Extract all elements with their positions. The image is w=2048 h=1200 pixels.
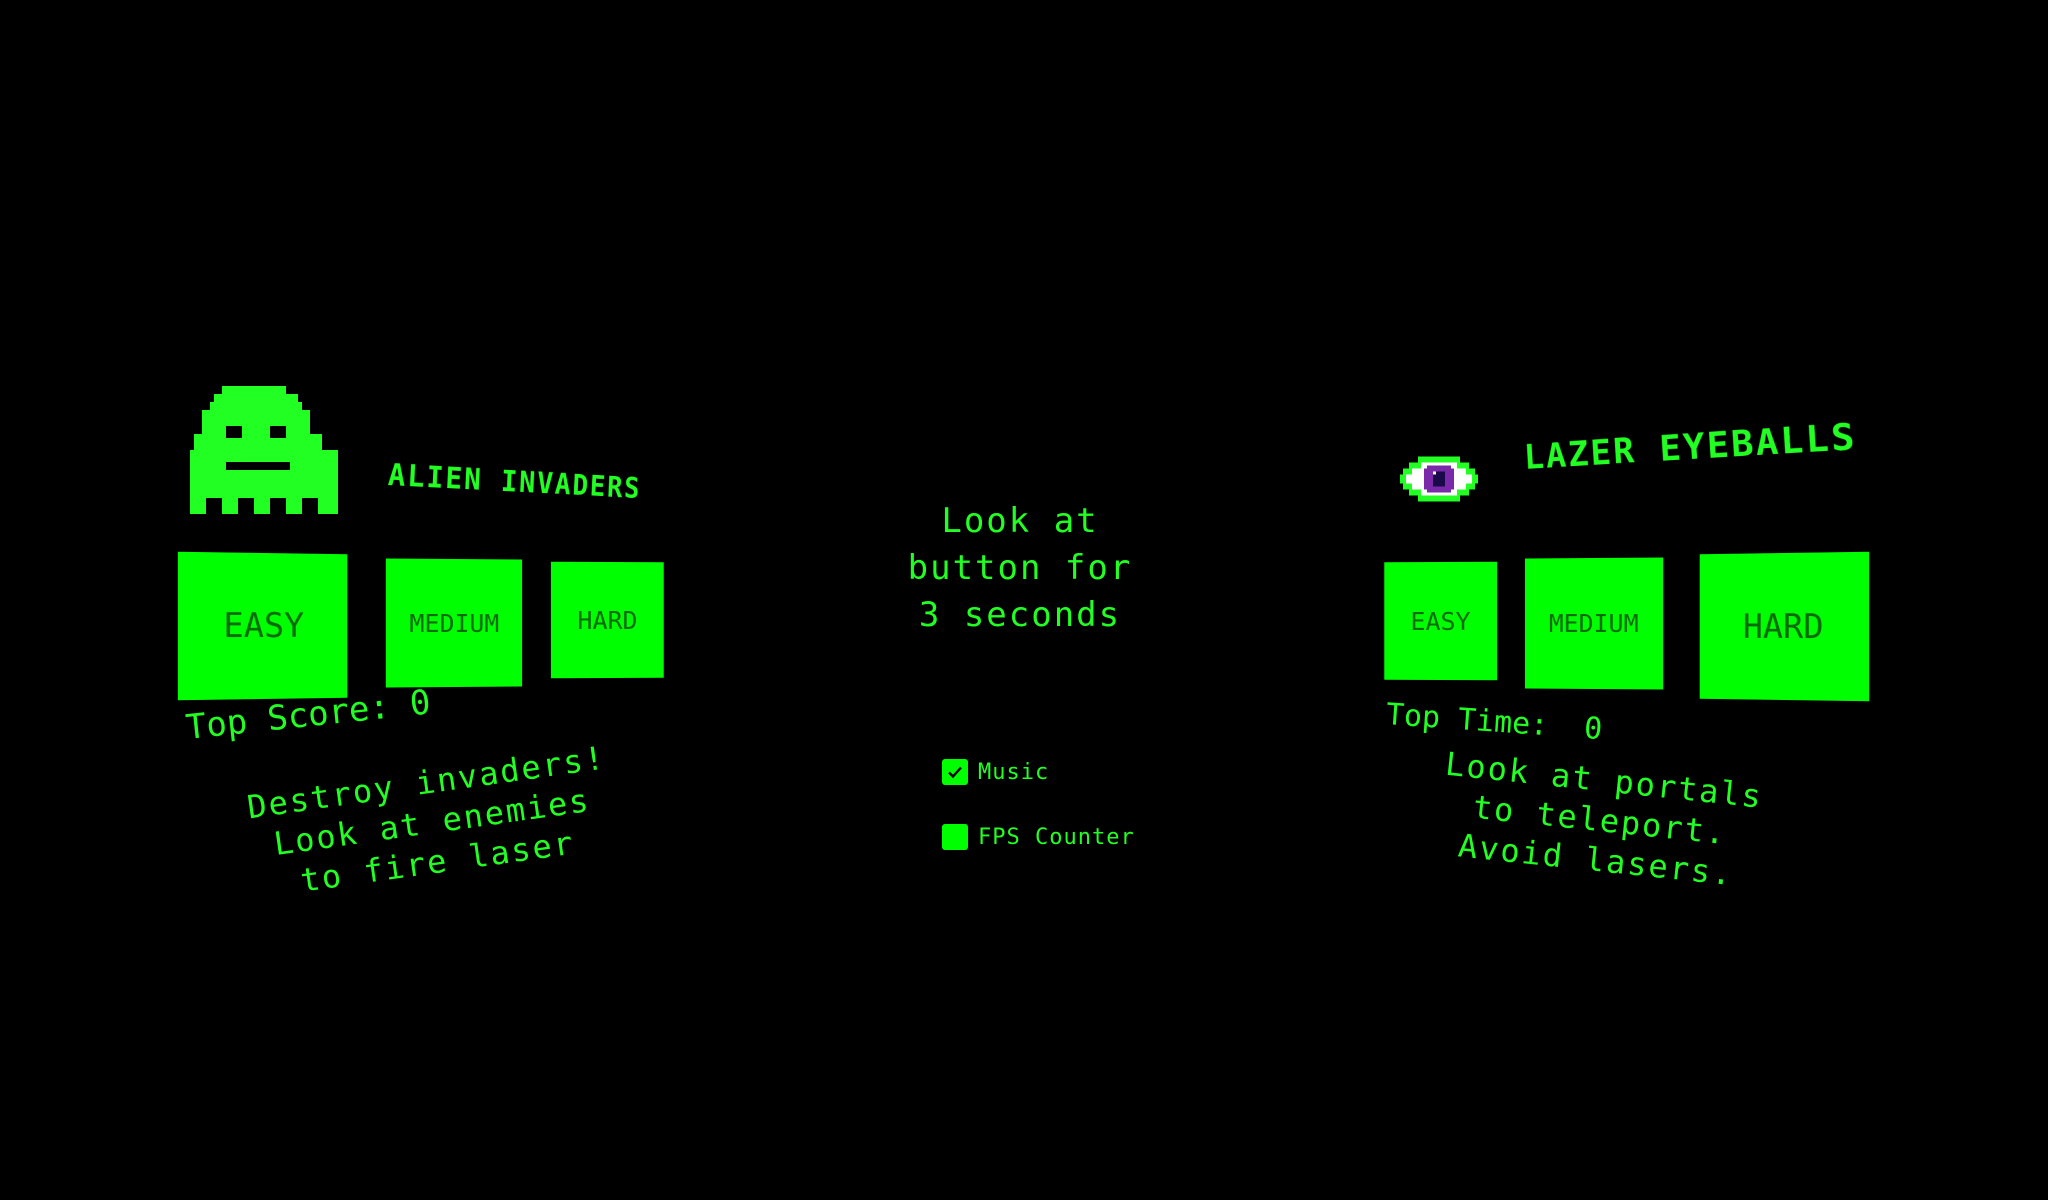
alien-invader-icon (190, 386, 338, 514)
lazer-eyeballs-title: LAZER EYEBALLS (1522, 415, 1859, 478)
instruction-line-2: button for (907, 548, 1133, 588)
alien-medium-button[interactable]: MEDIUM (385, 558, 523, 688)
lazer-medium-button[interactable]: MEDIUM (1524, 557, 1664, 690)
lazer-description: Look at portals to teleport. Avoid laser… (1415, 742, 1786, 899)
music-toggle[interactable]: Music (942, 759, 1049, 785)
fps-counter-label: FPS Counter (978, 824, 1135, 850)
top-time-value: 0 (1582, 710, 1604, 748)
gaze-instruction: Look at button for 3 seconds (880, 498, 1160, 639)
alien-description: Destroy invaders! Look at enemies to fir… (226, 735, 639, 910)
lazer-top-time: Top Time: 0 (1385, 697, 1604, 747)
alien-hard-button[interactable]: HARD (550, 561, 664, 679)
alien-easy-button[interactable]: EASY (177, 551, 348, 701)
lazer-hard-button[interactable]: HARD (1699, 551, 1870, 702)
fps-counter-checkbox[interactable] (942, 824, 968, 850)
top-score-value: 0 (407, 682, 433, 725)
top-time-label: Top Time: (1384, 697, 1550, 744)
music-checkbox[interactable] (942, 759, 968, 785)
lazer-easy-button[interactable]: EASY (1384, 561, 1498, 681)
eyeball-icon (1400, 453, 1478, 505)
checkmark-icon (948, 766, 962, 779)
music-label: Music (978, 759, 1050, 785)
instruction-line-3: 3 seconds (918, 595, 1122, 635)
alien-invaders-title: ALIEN INVADERS (387, 458, 642, 506)
instruction-line-1: Look at (941, 501, 1099, 541)
fps-counter-toggle[interactable]: FPS Counter (942, 824, 1135, 850)
